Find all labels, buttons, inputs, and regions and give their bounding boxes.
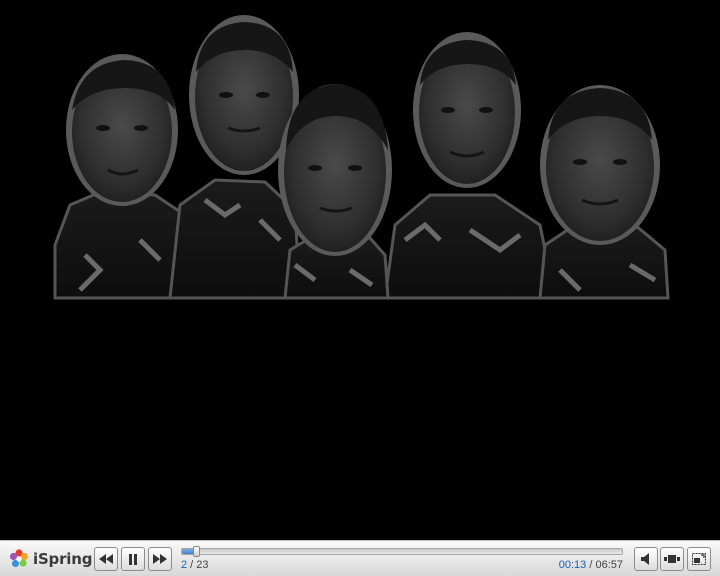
outline-icon <box>664 555 680 563</box>
outline-button[interactable] <box>660 547 684 571</box>
player-toolbar: iSpring 2 / 23 00:13 / 06:57 <box>0 540 720 576</box>
slide-separator: / <box>187 559 197 571</box>
ispring-flower-icon <box>9 549 29 568</box>
rewind-icon <box>99 554 113 564</box>
next-button[interactable] <box>148 547 172 571</box>
slide-counter: 2 / 23 <box>181 559 209 571</box>
group-photo <box>53 15 670 300</box>
ispring-logo[interactable]: iSpring <box>8 546 92 572</box>
speaker-icon <box>641 553 649 565</box>
person-3 <box>278 84 392 300</box>
fullscreen-button[interactable] <box>687 547 711 571</box>
pause-icon <box>129 553 137 565</box>
fast-forward-icon <box>153 554 167 564</box>
fullscreen-icon <box>692 553 706 565</box>
time-current: 00:13 <box>558 559 587 571</box>
volume-button[interactable] <box>634 547 658 571</box>
previous-button[interactable] <box>94 547 118 571</box>
time-total: 06:57 <box>595 559 623 571</box>
time-display: 00:13 / 06:57 <box>559 559 623 571</box>
person-5 <box>538 85 670 300</box>
person-4 <box>383 32 557 300</box>
brand-name: iSpring <box>33 550 93 568</box>
slide-total: 23 <box>196 559 209 571</box>
seek-bar[interactable] <box>181 546 623 557</box>
slide-stage <box>0 0 720 540</box>
seek-thumb[interactable] <box>192 546 200 557</box>
pause-button[interactable] <box>121 547 145 571</box>
